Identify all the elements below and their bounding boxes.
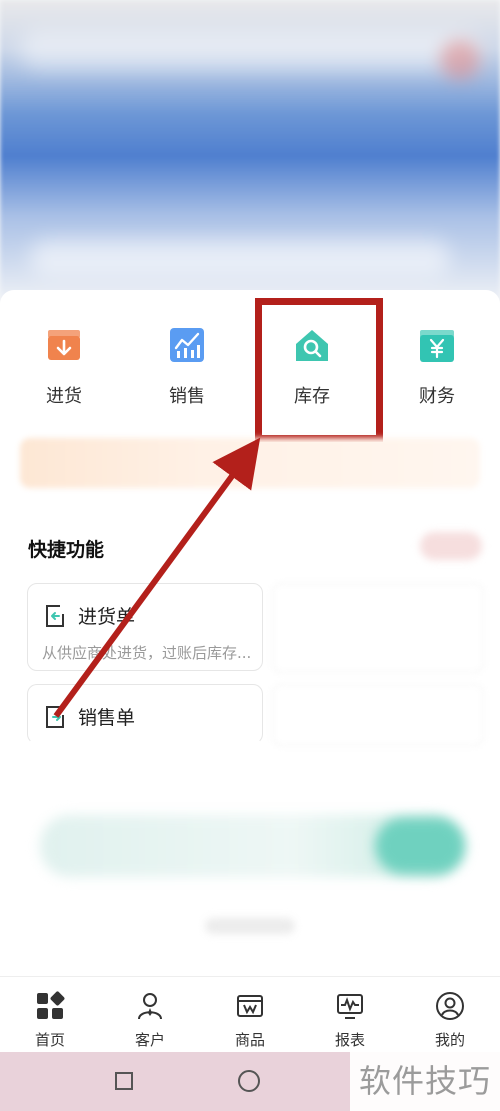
sales-chart-icon (170, 328, 204, 362)
section-more-pill[interactable] (420, 532, 482, 560)
banner-blur (440, 40, 480, 80)
tab-label: 商品 (234, 1031, 265, 1049)
customer-icon (138, 993, 162, 1020)
blurred-text (205, 918, 295, 934)
quick-actions: 进货 销售 库存 财务 (0, 318, 500, 418)
watermark: 软件技巧 (350, 1052, 500, 1111)
purchase-order-icon (46, 605, 64, 627)
section-title: 快捷功能 (28, 539, 105, 561)
tab-reports[interactable]: 报表 (300, 977, 400, 1053)
tab-label: 报表 (334, 1031, 365, 1049)
quick-action-sales[interactable]: 销售 (137, 318, 237, 418)
quick-action-purchase[interactable]: 进货 (14, 318, 114, 418)
profile-icon (436, 992, 464, 1020)
quick-action-finance[interactable]: 财务 (387, 318, 487, 418)
tab-profile[interactable]: 我的 (400, 977, 500, 1053)
home-grid-icon (37, 991, 65, 1019)
report-icon (337, 994, 363, 1019)
promo-banner[interactable] (20, 438, 480, 488)
shortcut-title: 销售单 (78, 707, 136, 729)
shortcut-purchase-order[interactable]: 进货单 从供应商处进货，过账后库存... (27, 583, 263, 671)
shortcut-sales-order[interactable]: 销售单 (27, 684, 263, 744)
shortcut-card-blurred[interactable] (272, 583, 484, 673)
tab-home[interactable]: 首页 (0, 977, 100, 1053)
sales-order-icon (46, 706, 64, 728)
home-button[interactable] (238, 1070, 260, 1092)
bottom-tab-bar: 首页 客户 商品 报表 我的 (0, 976, 500, 1053)
quick-action-label: 进货 (46, 386, 82, 407)
quick-action-label: 销售 (169, 386, 205, 407)
tab-products[interactable]: 商品 (200, 977, 300, 1053)
shortcut-description: 从供应商处进货，过账后库存... (42, 644, 252, 662)
banner-blur (20, 30, 480, 70)
tab-label: 首页 (34, 1031, 65, 1049)
blurred-action-button[interactable] (375, 818, 465, 874)
finance-yen-icon (420, 330, 454, 362)
quick-action-label: 财务 (419, 386, 455, 407)
tab-label: 客户 (134, 1031, 165, 1049)
purchase-box-icon (48, 330, 80, 360)
product-icon (237, 995, 263, 1017)
top-banner[interactable] (0, 0, 500, 300)
tab-customers[interactable]: 客户 (100, 977, 200, 1053)
highlight-annotation (255, 298, 383, 442)
recent-apps-button[interactable] (115, 1072, 133, 1090)
shortcut-title: 进货单 (78, 606, 136, 628)
tab-label: 我的 (434, 1031, 465, 1049)
shortcut-card-blurred[interactable] (272, 684, 484, 746)
banner-blur (30, 240, 450, 276)
